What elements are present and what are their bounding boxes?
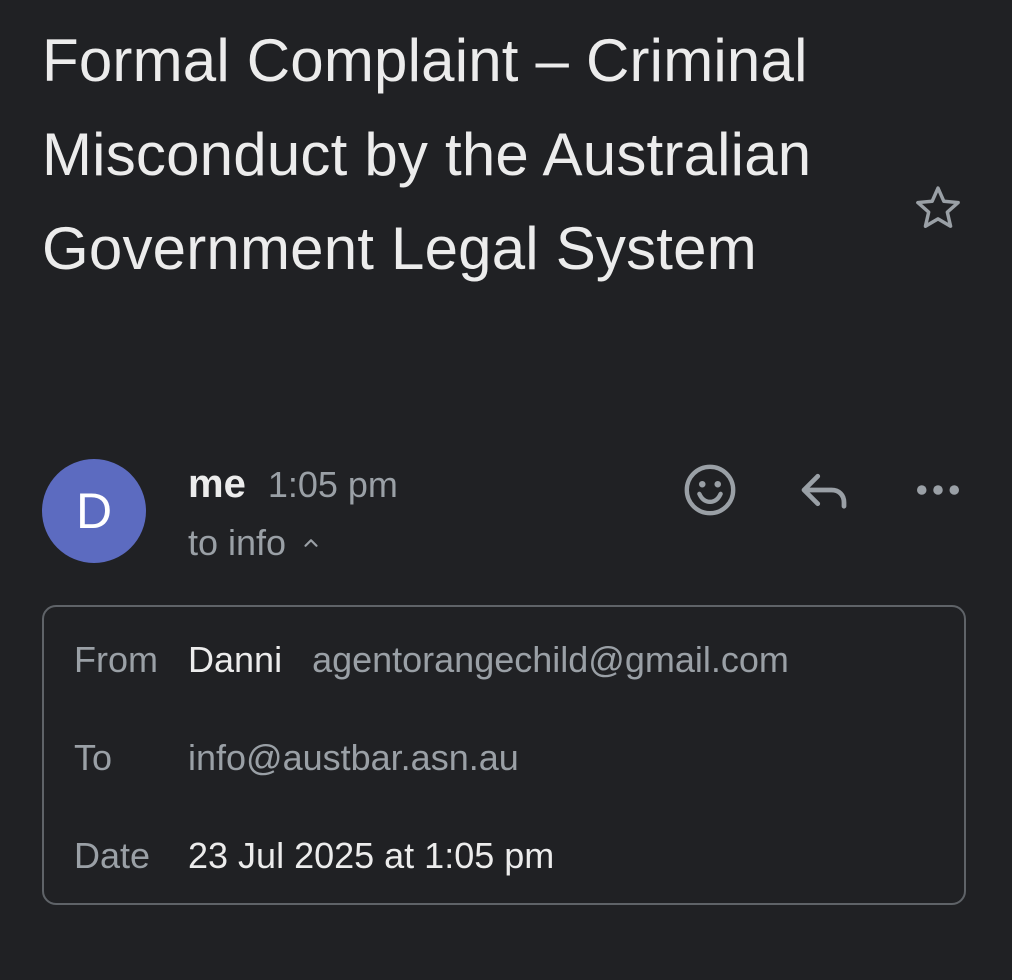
detail-row-from: From Danni agentorangechild@gmail.com — [74, 639, 944, 681]
smiley-icon — [684, 464, 736, 516]
from-email[interactable]: agentorangechild@gmail.com — [312, 639, 789, 681]
to-email[interactable]: info@austbar.asn.au — [188, 737, 519, 779]
recipient-toggle[interactable]: to info — [188, 522, 322, 564]
from-name: Danni — [188, 639, 283, 680]
email-subject: Formal Complaint – Criminal Misconduct b… — [42, 27, 812, 282]
avatar[interactable]: D — [42, 459, 146, 563]
avatar-initial: D — [75, 483, 113, 539]
message-details-panel: From Danni agentorangechild@gmail.com To… — [42, 605, 966, 905]
to-label: To — [74, 737, 113, 778]
more-options-button[interactable] — [908, 460, 968, 520]
date-label: Date — [74, 835, 151, 876]
add-reaction-button[interactable] — [680, 460, 740, 520]
sender-line: me 1:05 pm — [188, 462, 398, 512]
from-label: From — [74, 639, 158, 680]
chevron-up-icon — [300, 532, 322, 554]
recipient-summary: to info — [188, 522, 287, 563]
more-horizontal-icon — [917, 485, 959, 495]
reply-button[interactable] — [794, 460, 854, 520]
sent-time: 1:05 pm — [267, 464, 398, 505]
sender-name: me — [188, 462, 246, 506]
star-button[interactable] — [910, 180, 966, 236]
date-value: 23 Jul 2025 at 1:05 pm — [188, 835, 555, 876]
detail-row-to: To info@austbar.asn.au — [74, 737, 944, 779]
detail-row-date: Date 23 Jul 2025 at 1:05 pm — [74, 835, 944, 877]
star-outline-icon — [916, 186, 960, 228]
reply-icon — [801, 473, 847, 509]
